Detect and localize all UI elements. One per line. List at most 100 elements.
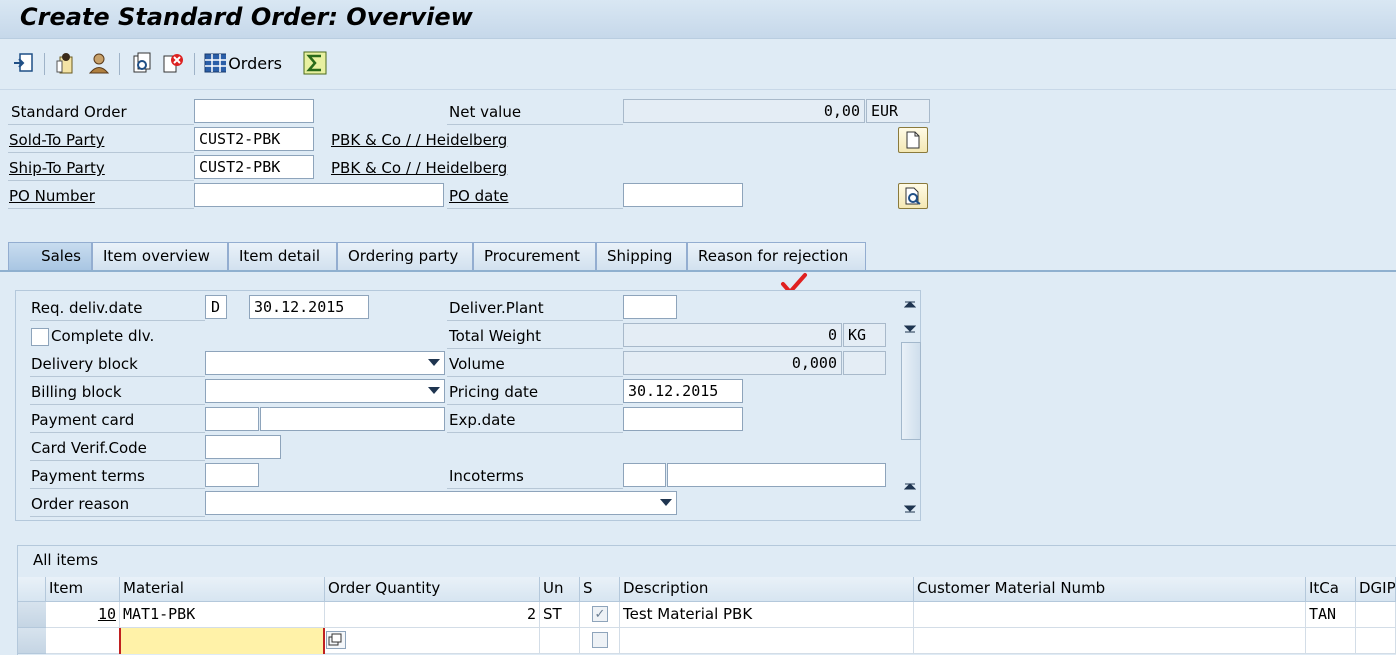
display-doc-icon[interactable] [129, 51, 153, 75]
orders-button[interactable]: Orders [204, 51, 282, 75]
sold-to-party-label[interactable]: Sold-To Party [9, 131, 104, 149]
search-help-icon[interactable] [326, 631, 346, 649]
tab-reason-for-rejection[interactable]: Reason for rejection [687, 242, 866, 270]
column-header-unit[interactable]: Un [540, 577, 580, 602]
column-header-customer-material[interactable]: Customer Material Numb [914, 577, 1306, 602]
table-row-description-empty[interactable] [620, 628, 914, 654]
table-row-item[interactable]: 10 [46, 602, 120, 628]
table-row-customer-material-empty[interactable] [914, 628, 1306, 654]
label-underline [8, 180, 194, 181]
tab-shipping[interactable]: Shipping [596, 242, 687, 270]
label-underline [447, 432, 623, 433]
status-checkbox [592, 632, 608, 648]
label-underline [447, 348, 623, 349]
label-underline [30, 460, 205, 461]
row-selector[interactable] [18, 628, 46, 654]
payment-card-number-input[interactable] [260, 407, 445, 431]
scroll-down-icon[interactable] [899, 498, 921, 520]
payment-terms-input[interactable] [205, 463, 259, 487]
table-row-customer-material[interactable] [914, 602, 1306, 628]
table-row-material[interactable]: MAT1-PBK [120, 602, 325, 628]
tab-sales[interactable]: Sales [8, 242, 92, 270]
payment-card-type-input[interactable] [205, 407, 259, 431]
deliver-plant-input[interactable] [623, 295, 677, 319]
tab-procurement[interactable]: Procurement [473, 242, 596, 270]
tab-ordering-party[interactable]: Ordering party [337, 242, 473, 270]
scroll-up-icon[interactable] [899, 475, 921, 497]
po-date-label[interactable]: PO date [449, 187, 508, 205]
tab-item-overview[interactable]: Item overview [92, 242, 228, 270]
po-date-input[interactable] [623, 183, 743, 207]
column-header-item[interactable]: Item [46, 577, 120, 602]
ship-to-party-label[interactable]: Ship-To Party [9, 159, 105, 177]
label-underline [8, 208, 194, 209]
net-value-field: 0,00 [623, 99, 865, 123]
table-row-item-empty[interactable] [46, 628, 120, 654]
req-deliv-date-label: Req. deliv.date [31, 299, 143, 317]
new-document-button[interactable] [898, 127, 928, 153]
table-row-quantity-empty[interactable] [325, 628, 540, 654]
cancel-doc-icon[interactable] [161, 51, 185, 75]
scrollbar-thumb[interactable] [901, 342, 921, 440]
column-header-status[interactable]: S [580, 577, 620, 602]
req-deliv-date-type-input[interactable]: D [205, 295, 227, 319]
ship-to-party-input[interactable]: CUST2-PBK [194, 155, 314, 179]
table-row-item-category-empty[interactable] [1306, 628, 1356, 654]
order-reason-select[interactable] [205, 491, 677, 515]
table-row-description[interactable]: Test Material PBK [620, 602, 914, 628]
delivery-block-label: Delivery block [31, 355, 138, 373]
column-header-description[interactable]: Description [620, 577, 914, 602]
sold-to-party-description[interactable]: PBK & Co / / Heidelberg [331, 131, 507, 149]
material-input-active[interactable] [119, 628, 325, 654]
req-deliv-date-input[interactable]: 30.12.2015 [249, 295, 369, 319]
table-row-dgip[interactable] [1356, 602, 1396, 628]
card-verif-code-input[interactable] [205, 435, 281, 459]
toolbar-separator [119, 53, 120, 75]
volume-label: Volume [449, 355, 505, 373]
weight-unit-field: KG [843, 323, 886, 347]
orders-grid-icon [204, 53, 227, 73]
column-header-dgip[interactable]: DGIP [1356, 577, 1396, 602]
table-row-quantity[interactable]: 2 [325, 602, 540, 628]
tabstrip-line [0, 270, 1396, 272]
ship-to-party-description[interactable]: PBK & Co / / Heidelberg [331, 159, 507, 177]
table-row-unit[interactable]: ST [540, 602, 580, 628]
label-underline [447, 404, 623, 405]
label-underline [447, 208, 623, 209]
header-details-icon[interactable] [54, 51, 78, 75]
standard-order-input[interactable] [194, 99, 314, 123]
select-all-header[interactable] [18, 577, 46, 602]
scroll-down-icon[interactable] [899, 318, 921, 340]
scroll-up-icon[interactable] [899, 293, 921, 315]
row-selector[interactable] [18, 602, 46, 628]
pricing-date-input[interactable]: 30.12.2015 [623, 379, 743, 403]
display-po-button[interactable] [898, 183, 928, 209]
chevron-down-icon [660, 499, 672, 506]
sum-icon[interactable] [303, 51, 327, 75]
complete-dlv-checkbox[interactable] [31, 328, 49, 346]
po-number-label[interactable]: PO Number [9, 187, 95, 205]
label-underline [8, 124, 194, 125]
table-row-dgip-empty[interactable] [1356, 628, 1396, 654]
incoterms-location-input[interactable] [667, 463, 886, 487]
sold-to-party-input[interactable]: CUST2-PBK [194, 127, 314, 151]
enter-icon[interactable] [12, 51, 36, 75]
total-weight-label: Total Weight [449, 327, 542, 345]
incoterms-code-input[interactable] [623, 463, 666, 487]
billing-block-select[interactable] [205, 379, 445, 403]
table-row-item-category[interactable]: TAN [1306, 602, 1356, 628]
exp-date-label: Exp.date [449, 411, 516, 429]
column-header-order-quantity[interactable]: Order Quantity [325, 577, 540, 602]
column-header-item-category[interactable]: ItCa [1306, 577, 1356, 602]
toolbar-separator [194, 53, 195, 75]
table-row-unit-empty[interactable] [540, 628, 580, 654]
po-number-input[interactable] [194, 183, 444, 207]
label-underline [8, 152, 194, 153]
deliver-plant-label: Deliver.Plant [449, 299, 544, 317]
label-underline [447, 488, 623, 489]
tab-item-detail[interactable]: Item detail [228, 242, 337, 270]
delivery-block-select[interactable] [205, 351, 445, 375]
column-header-material[interactable]: Material [120, 577, 325, 602]
exp-date-input[interactable] [623, 407, 743, 431]
business-partner-icon[interactable] [87, 51, 111, 75]
